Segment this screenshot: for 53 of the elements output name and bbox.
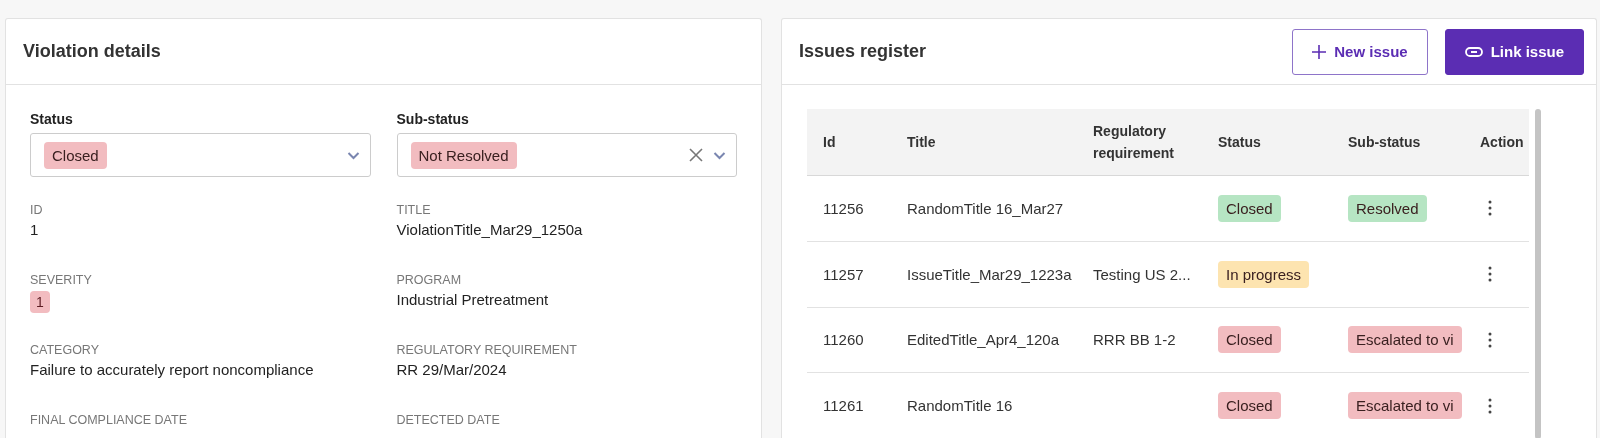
panel-title: Violation details xyxy=(23,41,161,62)
link-icon xyxy=(1464,46,1483,57)
status-tag: Resolved xyxy=(1348,194,1427,222)
column-header: Status xyxy=(1202,109,1332,176)
table-cell: RRR BB 1-2 xyxy=(1077,307,1202,373)
field-value: RR 29/Mar/2024 xyxy=(396,361,508,378)
status-tag: In progress xyxy=(1218,260,1310,288)
table-cell: RandomTitle 16_Mar27 xyxy=(891,175,1077,242)
status-tag: Escalated to vi xyxy=(1348,392,1462,420)
field-label: TITLE xyxy=(396,203,432,217)
panel-title: Issues register xyxy=(799,41,927,62)
field-label: PROGRAM xyxy=(396,273,463,287)
field-value: Industrial Pretreatment xyxy=(396,291,550,308)
link-issue-button[interactable]: Link issue xyxy=(1444,28,1584,75)
field-label: ID xyxy=(30,203,44,217)
table-cell: 11256 xyxy=(807,175,891,242)
scrollbar[interactable] xyxy=(1535,109,1541,438)
field-label: DETECTED DATE xyxy=(396,413,501,427)
field-label: CATEGORY xyxy=(30,343,100,357)
table-cell: 11261 xyxy=(807,372,891,438)
table-cell: EditedTitle_Apr4_120a xyxy=(891,307,1077,373)
severity-badge: 1 xyxy=(30,291,50,313)
field-value: 1 xyxy=(30,221,40,238)
select-field[interactable]: Not Resolved xyxy=(396,133,737,177)
status-tag: Closed xyxy=(1218,194,1281,222)
status-tag: Not Resolved xyxy=(410,141,517,169)
status-tag: Escalated to vi xyxy=(1348,326,1462,354)
chevron-down-icon[interactable] xyxy=(346,150,360,160)
table-cell: RandomTitle 16 xyxy=(891,372,1077,438)
status-tag: Closed xyxy=(1218,326,1281,354)
new-issue-button[interactable]: New issue xyxy=(1292,28,1428,75)
table-cell: 11257 xyxy=(807,241,891,307)
column-header: Title xyxy=(891,109,1077,176)
status-tag: Closed xyxy=(1218,392,1281,420)
table-cell: Testing US 2... xyxy=(1077,241,1202,307)
field-value: Failure to accurately report noncompliance xyxy=(30,361,315,378)
column-header: Action xyxy=(1464,109,1529,176)
select-field[interactable]: Closed xyxy=(30,133,371,177)
field-label: Sub-status xyxy=(396,111,470,127)
table-cell: IssueTitle_Mar29_1223a xyxy=(891,241,1077,307)
column-header: Id xyxy=(807,109,891,176)
table-cell: 11260 xyxy=(807,307,891,373)
column-header: Sub-status xyxy=(1332,109,1464,176)
status-tag: Closed xyxy=(44,141,107,169)
clear-icon[interactable] xyxy=(689,148,703,162)
field-label: FINAL COMPLIANCE DATE xyxy=(30,413,188,427)
field-label: Status xyxy=(30,111,74,127)
column-header: Regulatory requirement xyxy=(1077,109,1202,176)
field-label: SEVERITY xyxy=(30,273,93,287)
field-label: REGULATORY REQUIREMENT xyxy=(396,343,578,357)
field-value: ViolationTitle_Mar29_1250a xyxy=(396,221,584,238)
chevron-down-icon[interactable] xyxy=(713,150,726,160)
plus-icon xyxy=(1312,44,1327,59)
